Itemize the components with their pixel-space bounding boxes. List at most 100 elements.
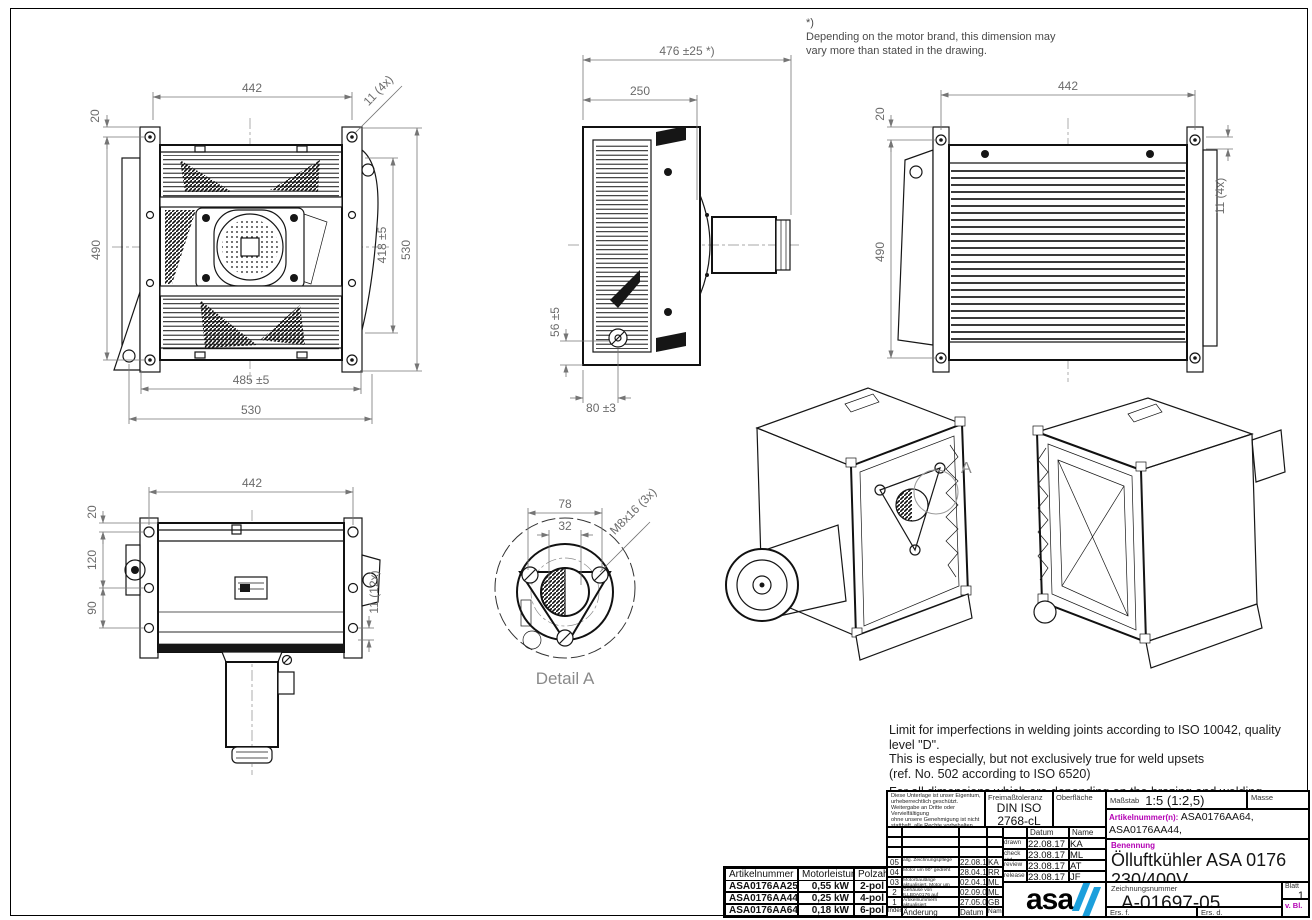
revision-date: 27.05.03 (959, 897, 987, 907)
sign-row-date: 23.08.17 (1027, 849, 1069, 860)
parts-cell: 0,55 kW (798, 880, 854, 892)
weld-line-2: This is especially, but not exclusively … (889, 752, 1309, 767)
revision-date: 28.04.15 (959, 867, 987, 877)
revision-empty-cell (902, 847, 959, 857)
dim-front-bolt-pitch: 485 ±5 (233, 373, 270, 387)
note-line-1: Depending on the motor brand, this dimen… (806, 30, 1055, 44)
dim-rear-top-width: 442 (1058, 79, 1078, 93)
weld-line-1: Limit for imperfections in welding joint… (889, 723, 1309, 752)
sign-row-date: 22.08.17 (1027, 838, 1069, 849)
parts-cell: 2-pol (854, 880, 888, 892)
dim-front-right-height: 418 ±5 (375, 226, 389, 263)
dim-side-port-depth: 80 ±3 (586, 401, 616, 415)
isometric-view-right (1033, 398, 1285, 668)
tolerance-cell: Freimaßtoleranz DIN ISO 2768-cL (985, 791, 1053, 827)
asa-logo-text: asa (1026, 883, 1073, 917)
side-view: 476 ±25 *) 250 56 ±5 80 ±3 (548, 44, 800, 415)
dim-front-top-width: 442 (242, 81, 262, 95)
dim-front-hole: 11 (4x) (361, 72, 396, 108)
tolerance-value-1: DIN ISO (997, 801, 1042, 815)
revision-change: Motor um 90° gedreht (902, 867, 959, 877)
revision-name: ML (987, 877, 1003, 887)
article-numbers-label: Artikelnummer(n): (1109, 813, 1178, 822)
revision-footer-index: Index (887, 907, 902, 917)
asa-logo: asa (1026, 887, 1106, 917)
revision-empty-cell (887, 847, 902, 857)
parts-cell: 0,18 kW (798, 904, 854, 916)
mass-label: Masse (1248, 792, 1308, 802)
sign-row-label: check std (1003, 849, 1027, 860)
dim-side-port-height: 56 ±5 (548, 307, 562, 337)
parts-cell: ASA0176AA44 (725, 892, 798, 904)
revision-empty-cell (902, 837, 959, 847)
dim-top-flange-offset: 20 (85, 505, 99, 519)
revision-name: KA (987, 857, 1003, 867)
title-block: Diese Unterlage ist unser Eigentum,urheb… (886, 790, 1310, 918)
revision-name: RR (987, 867, 1003, 877)
revision-change: Gehäuse von ILLB0A0176 auf ILLB0A0177 ge… (902, 887, 959, 897)
dim-front-right-total: 530 (399, 240, 413, 260)
sign-row-name: AT (1069, 860, 1106, 871)
revision-index: 04 (887, 867, 902, 877)
sign-row-label: review (1003, 860, 1027, 871)
sheet-label: Blatt (1283, 883, 1308, 890)
sign-row-label: release (1003, 871, 1027, 882)
revision-index: 2 (887, 887, 902, 897)
revision-footer-date: Datum (959, 907, 987, 917)
drawing-number-cell: Zeichnungsnummer A-01697-05 (1106, 882, 1282, 907)
revision-date: 02.09.03 (959, 887, 987, 897)
drawing-number-label: Zeichnungsnummer (1111, 884, 1277, 893)
surface-label: Oberfläche (1054, 792, 1105, 802)
dim-side-total-depth: 476 ±25 *) (659, 44, 714, 58)
revision-empty-cell (987, 837, 1003, 847)
revision-date: 02.04.15 (959, 877, 987, 887)
legal-notice: Diese Unterlage ist unser Eigentum,urheb… (887, 791, 985, 827)
revision-empty-cell (987, 827, 1003, 837)
scale-value: 1:5 (1:2,5) (1145, 793, 1204, 808)
detail-a-label: Detail A (536, 669, 595, 688)
designation-line1: Ölluftkühler ASA 0176 (1111, 850, 1304, 870)
revision-change: Motorbaulänge aktualisiert, Motor um 90°… (902, 877, 959, 887)
detail-a-reference: A (961, 460, 972, 477)
revision-index: 1 (887, 897, 902, 907)
revision-index: 05 (887, 857, 902, 867)
revision-change: Artikelnummern aktualisiert (902, 897, 959, 907)
revision-empty-cell (959, 847, 987, 857)
motor-brand-note: *) Depending on the motor brand, this di… (806, 16, 1055, 58)
revision-index: 03 (887, 877, 902, 887)
revision-footer-change: Änderung (902, 907, 959, 917)
note-line-2: vary more than stated in the drawing. (806, 44, 1055, 58)
sheet-value: 1 (1283, 890, 1308, 899)
sign-row-date: 23.08.17 (1027, 860, 1069, 871)
designation-cell: Benennung Ölluftkühler ASA 0176 230/400V (1106, 839, 1309, 882)
dim-side-body-depth: 250 (630, 84, 650, 98)
dim-top-hole: 11 (12x) (367, 570, 381, 613)
revision-empty-cell (887, 837, 902, 847)
drawing-number: A-01697-05 (1111, 893, 1277, 907)
article-numbers-cell: Artikelnummer(n): ASA0176AA64, ASA0176AA… (1106, 809, 1309, 839)
dim-top-upper: 120 (85, 550, 99, 570)
dim-rear-hole: 11 (4x) (1213, 178, 1227, 214)
sign-row-name: KA (1069, 838, 1106, 849)
sign-row-name: ML (1069, 849, 1106, 860)
scale-label: Maßstab (1107, 796, 1145, 805)
replaced-by-cell: Ers. d. (1197, 907, 1282, 917)
designation-line2: 230/400V (1111, 870, 1304, 882)
revision-empty-cell (987, 847, 1003, 857)
revision-footer-name: Name (987, 907, 1003, 917)
sign-row-name: JF (1069, 871, 1106, 882)
revision-change: allg. Zeichnungspflege (902, 857, 959, 867)
sign-row-label: drawn (1003, 838, 1027, 849)
drawing-sheet: 442 20 490 418 ±5 530 485 ±5 530 11 (4x) (0, 0, 1312, 920)
top-view: 442 20 120 90 11 (12x) (85, 476, 381, 775)
revision-empty-cell (902, 827, 959, 837)
parts-cell: ASA0176AA25 (725, 880, 798, 892)
revision-empty-cell (959, 837, 987, 847)
sheet-cell: Blatt 1 (1282, 882, 1309, 899)
company-logo-cell: asa (1003, 882, 1106, 917)
revision-name: ML (987, 887, 1003, 897)
parts-cell: 0,25 kW (798, 892, 854, 904)
front-view: 442 20 490 418 ±5 530 485 ±5 530 11 (4x) (88, 72, 422, 424)
dim-detail-thread: M8x16 (3x) (607, 485, 659, 537)
dim-top-lower: 90 (85, 601, 99, 615)
